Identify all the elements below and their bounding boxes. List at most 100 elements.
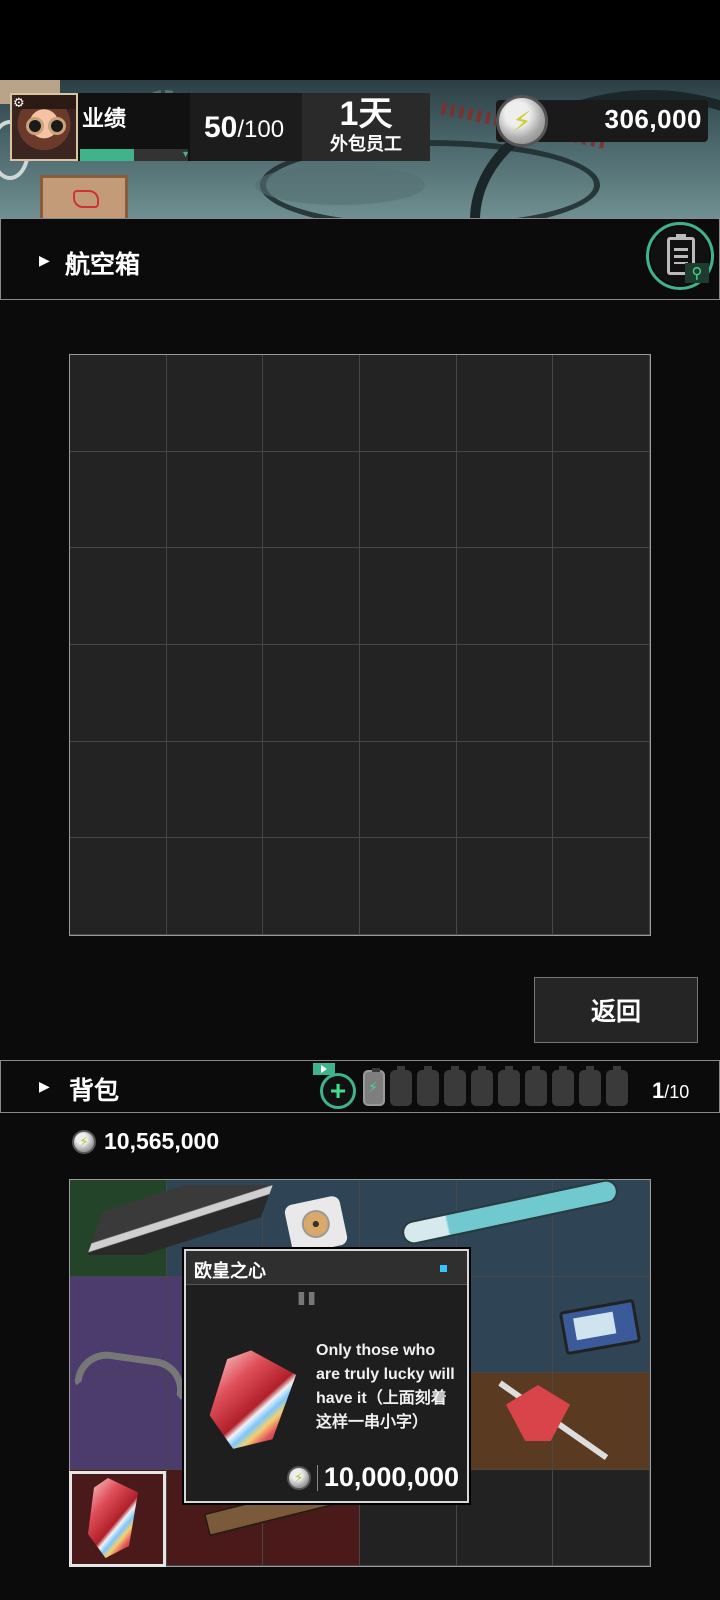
item-tooltip: 欧皇之心 " Only those who are truly lucky wi… <box>184 1249 469 1503</box>
item-description: Only those who are truly lucky will have… <box>316 1342 455 1431</box>
status-bar <box>0 0 720 80</box>
backpack-slot[interactable] <box>553 1469 650 1566</box>
item-price: 10,000,000 <box>323 1462 459 1492</box>
flight-case-slot[interactable] <box>359 355 457 452</box>
item-name: 欧皇之心 <box>194 1261 266 1281</box>
flight-case-slot[interactable] <box>553 644 650 742</box>
lightning-coin-icon: ⚡ <box>286 1465 311 1490</box>
flight-case-slot[interactable] <box>359 451 457 549</box>
rarity-dot-icon <box>440 1265 447 1272</box>
employee-type: 外包员工 <box>330 134 402 154</box>
flight-case-slot[interactable] <box>166 355 264 452</box>
lightning-coin-icon: ⚡ <box>72 1129 96 1154</box>
flight-case-slot[interactable] <box>70 838 167 935</box>
flight-case-header[interactable]: ▶ 航空箱 <box>0 218 720 300</box>
flight-case-slot[interactable] <box>70 644 167 742</box>
flight-case-slot[interactable] <box>456 741 554 839</box>
performance-current: 50 <box>204 111 238 144</box>
avatar-hat <box>16 95 76 109</box>
player-avatar[interactable]: ⚙ <box>10 93 78 161</box>
flight-case-slot[interactable] <box>263 741 360 839</box>
flight-case-slot[interactable] <box>553 548 650 645</box>
backpack-slot[interactable] <box>456 1469 554 1566</box>
day-counter: 1天 外包员工 <box>302 93 430 161</box>
flight-case-slot[interactable] <box>553 355 650 452</box>
coin-balance: 306,000 <box>604 104 702 134</box>
tooltip-header: 欧皇之心 <box>186 1251 467 1285</box>
flight-case-slot[interactable] <box>456 548 554 645</box>
avatar-goggle-right <box>48 117 66 135</box>
flight-case-slot[interactable] <box>456 451 554 549</box>
collapse-arrow-icon: ▶ <box>39 1078 50 1094</box>
banner-shadow-decoration <box>255 165 425 205</box>
battery-icon <box>525 1066 547 1106</box>
backpack-coin-total: 10,565,000 <box>104 1128 220 1154</box>
lightning-coin-icon: ⚡ <box>496 95 548 147</box>
flight-case-slot[interactable] <box>70 741 167 839</box>
add-slot-button[interactable]: + <box>320 1073 356 1109</box>
avatar-goggle-left <box>26 117 44 135</box>
flight-case-slot[interactable] <box>166 548 264 645</box>
flight-case-slot[interactable] <box>263 451 360 549</box>
performance-label: 业绩 <box>82 106 127 131</box>
flight-case-slot[interactable] <box>263 644 360 742</box>
flight-case-slot[interactable] <box>166 741 264 839</box>
flight-case-slot[interactable] <box>263 355 360 452</box>
flight-case-slot[interactable] <box>263 838 360 935</box>
flight-case-slot[interactable] <box>359 644 457 742</box>
backpack-slot[interactable] <box>456 1276 554 1373</box>
return-button[interactable]: 返回 <box>534 977 698 1043</box>
price-divider <box>316 1464 318 1491</box>
flight-case-slot[interactable] <box>166 644 264 742</box>
capacity-battery-row <box>363 1066 628 1106</box>
backpack-slots: 1/10 <box>652 1078 689 1104</box>
progress-marker-icon: ▼ <box>181 149 190 159</box>
slots-current: 1 <box>652 1078 665 1103</box>
search-icon: ⚲ <box>685 263 709 283</box>
flight-case-slot[interactable] <box>456 838 554 935</box>
performance-progress-bar: ▼ <box>80 149 190 161</box>
battery-icon <box>606 1066 628 1106</box>
flight-case-slot[interactable] <box>359 548 457 645</box>
flight-case-slot[interactable] <box>166 838 264 935</box>
battery-icon <box>444 1066 466 1106</box>
flight-case-title: 航空箱 <box>65 251 141 279</box>
backpack-title: 背包 <box>69 1077 120 1105</box>
flight-case-slot[interactable] <box>456 644 554 742</box>
selected-slot-highlight[interactable] <box>69 1471 166 1567</box>
flight-case-slot[interactable] <box>359 741 457 839</box>
battery-icon <box>363 1068 385 1106</box>
flight-case-slot[interactable] <box>553 741 650 839</box>
battery-icon <box>579 1066 601 1106</box>
flight-case-slot[interactable] <box>553 451 650 549</box>
flight-case-slot[interactable] <box>263 548 360 645</box>
day-count: 1天 <box>339 95 393 133</box>
flight-case-slot[interactable] <box>359 838 457 935</box>
battery-icon <box>552 1066 574 1106</box>
battery-icon <box>417 1066 439 1106</box>
performance-panel: 业绩 ▼ <box>78 93 190 161</box>
settings-gear-icon[interactable]: ⚙ <box>13 96 25 109</box>
battery-icon <box>390 1066 412 1106</box>
flight-case-slot[interactable] <box>166 451 264 549</box>
collapse-arrow-icon: ▶ <box>39 252 50 268</box>
inventory-list-button[interactable]: ⚲ <box>646 222 714 290</box>
flight-case-grid[interactable] <box>69 354 651 936</box>
glider-item-icon[interactable] <box>87 1185 273 1255</box>
crystal-heart-icon <box>205 1346 298 1456</box>
flight-case-slot[interactable] <box>456 355 554 452</box>
banner-parcel-decoration <box>40 175 128 218</box>
slots-total: /10 <box>664 1082 690 1102</box>
flight-case-slot[interactable] <box>70 548 167 645</box>
flight-case-slot[interactable] <box>70 451 167 549</box>
flight-case-slot[interactable] <box>553 838 650 935</box>
backpack-value: ⚡ 10,565,000 <box>72 1128 219 1155</box>
battery-icon <box>498 1066 520 1106</box>
item-price-row: ⚡ 10,000,000 <box>286 1462 459 1493</box>
performance-max: /100 <box>237 116 285 143</box>
performance-value-box: 50/100 <box>190 93 302 161</box>
quote-mark-icon: " <box>294 1283 320 1339</box>
battery-icon <box>471 1066 493 1106</box>
performance-value: 50/100 <box>204 111 284 145</box>
flight-case-slot[interactable] <box>70 355 167 452</box>
